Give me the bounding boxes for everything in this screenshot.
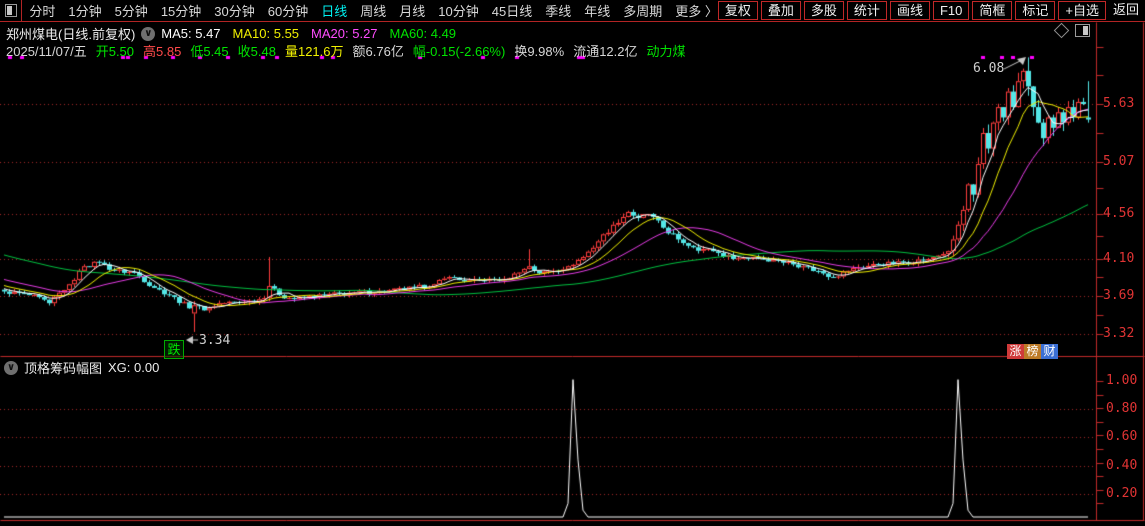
main-y-tick-label: 4.56 — [1103, 206, 1135, 221]
sub-indicator-header: ∨ 顶格筹码幅图 XG: 0.00 — [4, 358, 159, 377]
chevron-down-icon[interactable]: ∨ — [4, 360, 18, 375]
ma-value-label: MA10: 5.55 — [232, 26, 300, 41]
quote-field: 低5.45 — [190, 44, 229, 59]
quote-field: 流通12.2亿 — [573, 44, 638, 59]
toolbar-button-画线[interactable]: 画线 — [889, 1, 930, 20]
sub-y-tick-label: 0.20 — [1106, 486, 1138, 501]
rank-badge[interactable]: 涨榜财 — [1007, 344, 1058, 359]
quote-field: 收5.48 — [237, 44, 276, 59]
period-tab-15分钟[interactable]: 15分钟 — [161, 1, 201, 20]
menu-bar: 分时 1分钟 5分钟 15分钟 30分钟 60分钟 日线 周线 月线 10分钟 45日线 季线 年线 多周… — [0, 0, 1145, 22]
toolbar-button-F10[interactable]: F10 — [932, 1, 970, 20]
period-tabs: 分时 1分钟 5分钟 15分钟 30分钟 60分钟 日线 周线 月线 10分钟 45日线 季线 年线 多周… — [29, 1, 718, 20]
period-tab-60分钟[interactable]: 60分钟 — [268, 1, 308, 20]
quote-date: 2025/11/07/五 — [6, 44, 87, 59]
main-y-tick-label: 5.63 — [1103, 96, 1135, 111]
panel-window-icon[interactable] — [1075, 24, 1090, 37]
period-tab-1分钟[interactable]: 1分钟 — [68, 1, 101, 20]
ma-value-label: MA20: 5.27 — [311, 26, 378, 41]
main-y-tick-label: 3.32 — [1103, 326, 1135, 341]
quote-fields: 开5.50 高5.85 低5.45 收5.48 量121.6万 额6.76亿 幅-0.15(… — [96, 41, 686, 60]
fall-signal-badge: 跌 — [164, 340, 184, 359]
period-tab-日线[interactable]: 日线 — [321, 1, 347, 20]
period-tab-5分钟[interactable]: 5分钟 — [115, 1, 148, 20]
period-tab-月线[interactable]: 月线 — [399, 1, 425, 20]
ma-value-label: MA60: 4.49 — [389, 26, 457, 41]
period-tab-10分钟[interactable]: 10分钟 — [438, 1, 478, 20]
main-y-tick-label: 3.69 — [1103, 288, 1135, 303]
toolbar-button-复权[interactable]: 复权 — [717, 1, 758, 20]
ma-value-label: MA5: 5.47 — [161, 26, 221, 41]
quote-field: 幅-0.15(-2.66%) — [412, 44, 506, 59]
toolbar-button-+自选[interactable]: +自选 — [1058, 1, 1106, 20]
price-chart-canvas[interactable] — [0, 22, 1145, 526]
quote-field: 量121.6万 — [284, 44, 344, 59]
chevron-down-icon[interactable]: ∨ — [141, 26, 156, 41]
sub-y-tick-label: 0.40 — [1106, 458, 1138, 473]
period-tab-45日线[interactable]: 45日线 — [492, 1, 532, 20]
quote-field: 动力煤 — [646, 44, 686, 59]
main-y-tick-label: 4.10 — [1103, 251, 1135, 266]
toolbar-button-简框[interactable]: 简框 — [972, 1, 1013, 20]
period-tab-季线[interactable]: 季线 — [545, 1, 571, 20]
toolbar-button-返回[interactable]: 返回 — [1109, 1, 1143, 20]
period-tab-年线[interactable]: 年线 — [584, 1, 610, 20]
quote-field: 换9.98% — [514, 44, 565, 59]
quote-field: 开5.50 — [95, 44, 135, 59]
sub-indicator-value: XG: 0.00 — [108, 360, 160, 375]
period-tab-更多 〉[interactable]: 更多 〉 — [675, 1, 718, 20]
toolbar-button-标记[interactable]: 标记 — [1015, 1, 1056, 20]
trading-app-window: 分时 1分钟 5分钟 15分钟 30分钟 60分钟 日线 周线 月线 10分钟 45日线 季线 年线 多周… — [0, 0, 1145, 526]
sub-y-tick-label: 0.80 — [1106, 401, 1138, 416]
sub-indicator-title: 顶格筹码幅图 — [24, 361, 103, 376]
period-low-label: 3.34 — [199, 333, 231, 348]
quote-field: 额6.76亿 — [352, 44, 404, 59]
window-layout-icon[interactable] — [5, 4, 17, 17]
period-tab-周线[interactable]: 周线 — [360, 1, 386, 20]
period-high-label: 6.08 — [973, 61, 1005, 76]
period-tab-多周期[interactable]: 多周期 — [623, 1, 662, 20]
quote-info-line: 2025/11/07/五 开5.50 高5.85 低5.45 收5.48 量121.6万… — [6, 41, 686, 60]
sub-y-tick-label: 0.60 — [1106, 429, 1138, 444]
rank-badge-char[interactable]: 涨 — [1007, 344, 1024, 359]
period-tab-30分钟[interactable]: 30分钟 — [214, 1, 254, 20]
rank-badge-char[interactable]: 财 — [1041, 344, 1058, 359]
rank-badge-char[interactable]: 榜 — [1024, 344, 1041, 359]
toolbar-button-多股[interactable]: 多股 — [803, 1, 844, 20]
toolbar-button-统计[interactable]: 统计 — [846, 1, 887, 20]
main-y-tick-label: 5.07 — [1103, 154, 1135, 169]
quote-field: 高5.85 — [143, 44, 182, 59]
period-tab-分时[interactable]: 分时 — [29, 1, 55, 20]
sub-y-tick-label: 1.00 — [1106, 373, 1138, 388]
toolbar-button-叠加[interactable]: 叠加 — [760, 1, 801, 20]
ma-values: MA5: 5.47 MA10: 5.55 MA20: 5.27 MA60: 4.49 — [161, 26, 456, 41]
toolbar-buttons: 复权 叠加 多股 统计 画线 F10 简框 标记 +自选 返回 — [717, 1, 1143, 20]
menu-divider — [20, 0, 22, 21]
